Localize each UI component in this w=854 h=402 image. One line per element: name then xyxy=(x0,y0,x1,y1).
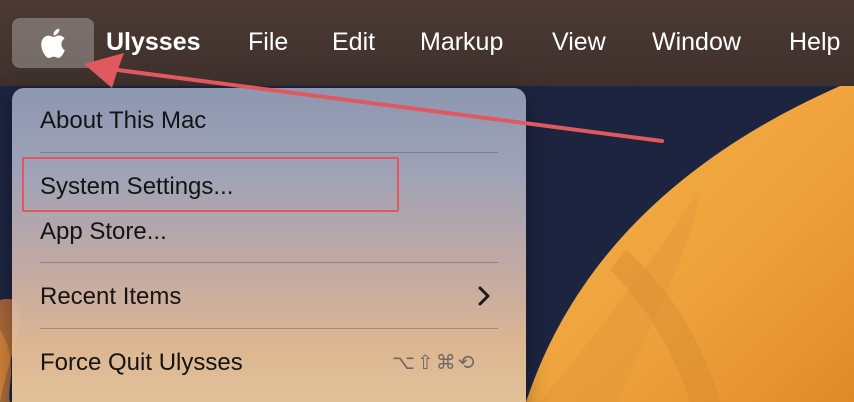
menu-item-about-this-mac[interactable]: About This Mac xyxy=(40,106,206,136)
menubar-markup[interactable]: Markup xyxy=(420,25,503,59)
menu-item-force-quit[interactable]: Force Quit Ulysses xyxy=(40,348,243,378)
menu-item-recent-items[interactable]: Recent Items xyxy=(40,282,181,312)
menu-separator xyxy=(40,152,498,153)
annotation-highlight-box xyxy=(22,157,399,212)
menubar-app-name[interactable]: Ulysses xyxy=(106,25,201,59)
force-quit-shortcut: ⌥⇧⌘⟲ xyxy=(392,350,477,374)
menu-separator xyxy=(40,328,498,329)
menu-item-app-store[interactable]: App Store... xyxy=(40,217,167,247)
menubar-window[interactable]: Window xyxy=(652,25,741,59)
menubar-view[interactable]: View xyxy=(552,25,606,59)
menubar-help[interactable]: Help xyxy=(789,25,840,59)
menu-bar: Ulysses File Edit Markup View Window Hel… xyxy=(0,0,854,86)
chevron-right-icon xyxy=(478,286,490,306)
apple-logo-icon xyxy=(41,28,65,58)
desktop-screen: Ulysses File Edit Markup View Window Hel… xyxy=(0,0,854,402)
menubar-file[interactable]: File xyxy=(248,25,288,59)
menubar-edit[interactable]: Edit xyxy=(332,25,375,59)
menu-separator xyxy=(40,262,498,263)
apple-menu-button[interactable] xyxy=(12,18,94,68)
